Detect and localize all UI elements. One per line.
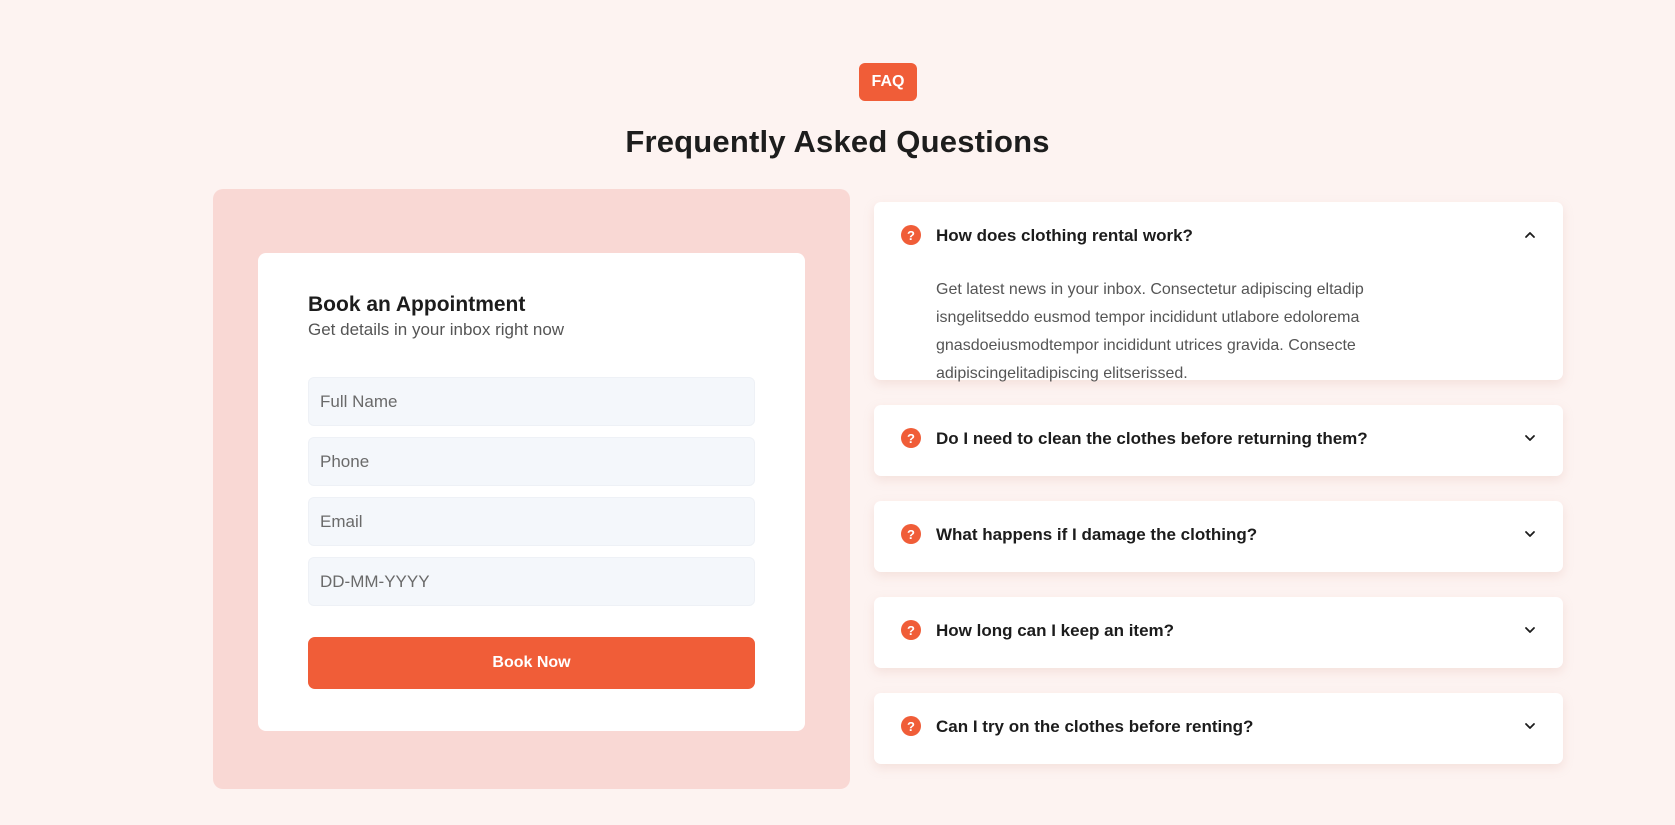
- date-input[interactable]: [308, 557, 755, 606]
- question-circle-icon: ?: [901, 225, 921, 245]
- booking-panel: Book an Appointment Get details in your …: [213, 189, 850, 789]
- faq-question: How does clothing rental work?: [936, 226, 1193, 245]
- faq-item-duration[interactable]: ? How long can I keep an item?: [874, 597, 1563, 668]
- book-now-button[interactable]: Book Now: [308, 637, 755, 689]
- booking-subtitle: Get details in your inbox right now: [308, 320, 565, 339]
- chevron-down-icon[interactable]: [1523, 719, 1537, 733]
- faq-item-damage[interactable]: ? What happens if I damage the clothing?: [874, 501, 1563, 572]
- question-circle-icon: ?: [901, 716, 921, 736]
- faq-badge: FAQ: [859, 63, 917, 101]
- email-input[interactable]: [308, 497, 755, 546]
- faq-question: Can I try on the clothes before renting?: [936, 717, 1254, 736]
- chevron-down-icon[interactable]: [1523, 431, 1537, 445]
- full-name-input[interactable]: [308, 377, 755, 426]
- question-circle-icon: ?: [901, 428, 921, 448]
- phone-input[interactable]: [308, 437, 755, 486]
- faq-question: What happens if I damage the clothing?: [936, 525, 1258, 544]
- faq-question: How long can I keep an item?: [936, 621, 1175, 640]
- chevron-down-icon[interactable]: [1523, 527, 1537, 541]
- booking-form: Book an Appointment Get details in your …: [258, 253, 805, 731]
- question-circle-icon: ?: [901, 524, 921, 544]
- faq-answer: Get latest news in your inbox. Consectet…: [936, 281, 1364, 382]
- chevron-down-icon[interactable]: [1523, 623, 1537, 637]
- faq-item-try-on[interactable]: ? Can I try on the clothes before rentin…: [874, 693, 1563, 764]
- faq-item-cleaning[interactable]: ? Do I need to clean the clothes before …: [874, 405, 1563, 476]
- page-title: Frequently Asked Questions: [625, 124, 1050, 159]
- booking-title: Book an Appointment: [308, 293, 526, 316]
- faq-question: Do I need to clean the clothes before re…: [936, 429, 1368, 448]
- faq-item-clothing-rental[interactable]: ? How does clothing rental work? Get lat…: [874, 202, 1563, 382]
- chevron-up-icon[interactable]: [1523, 228, 1537, 242]
- question-circle-icon: ?: [901, 620, 921, 640]
